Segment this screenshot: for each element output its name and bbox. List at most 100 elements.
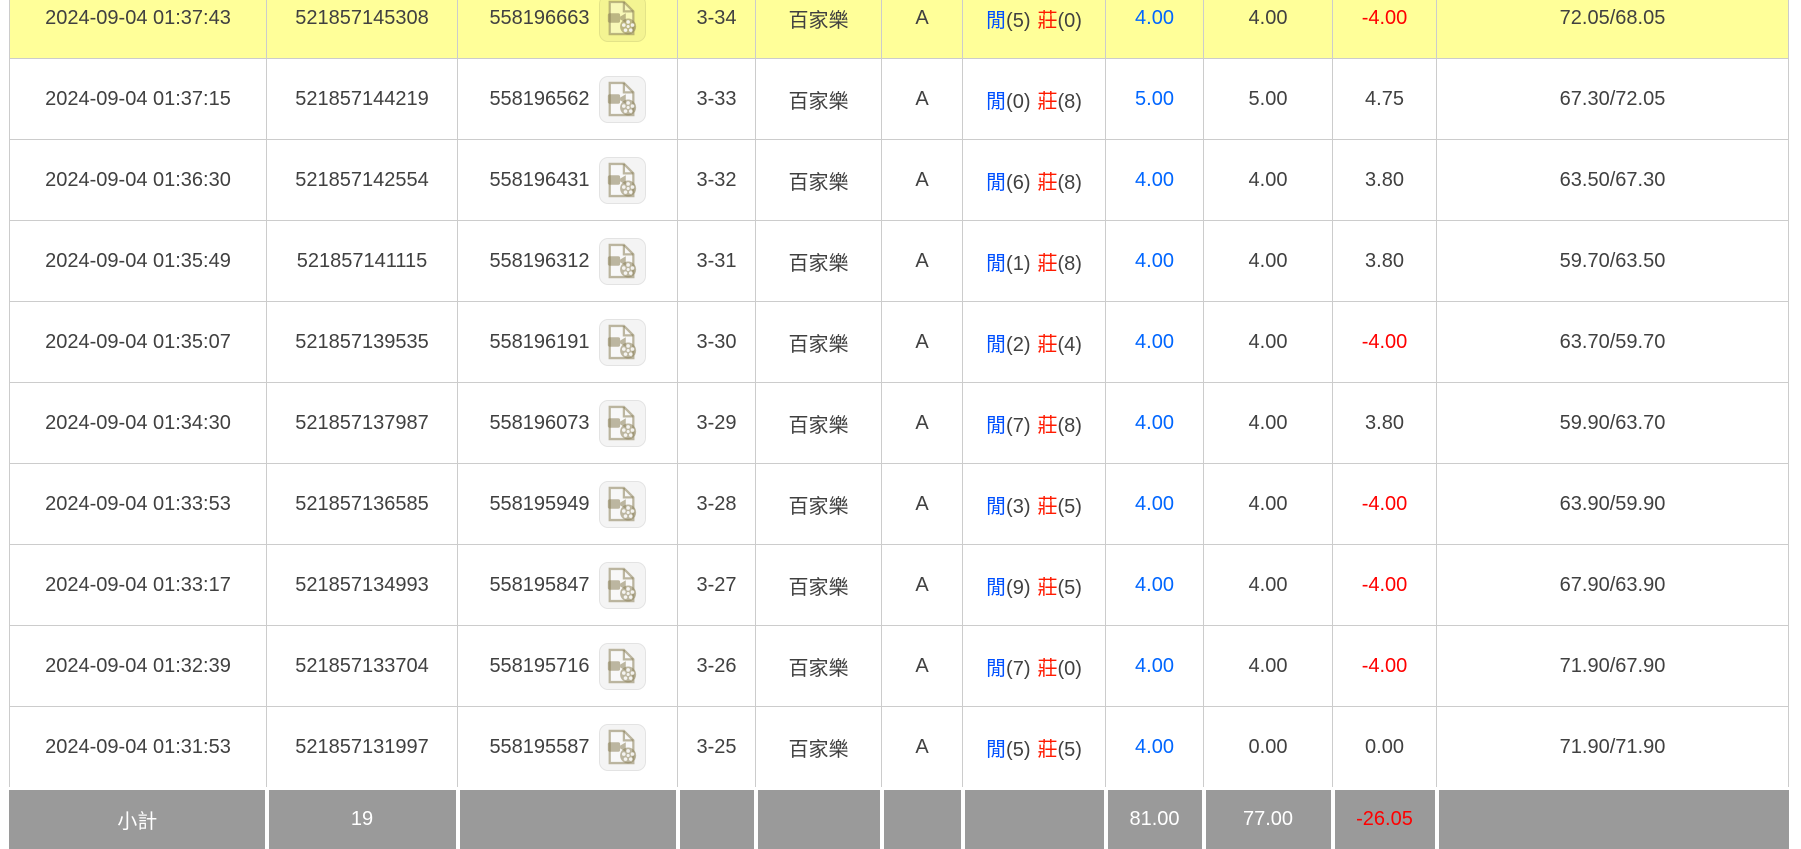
- cell-valid-bet: 4.00: [1204, 545, 1333, 626]
- cell-round-number: 3-27: [678, 545, 756, 626]
- cell-bet-time: 2024-09-04 01:36:30: [10, 140, 267, 221]
- cell-table-code: A: [882, 302, 963, 383]
- video-replay-button[interactable]: [599, 643, 646, 690]
- video-replay-button[interactable]: [599, 0, 646, 42]
- player-result-points: (7): [1006, 658, 1030, 680]
- cell-round-id: 558195587: [458, 707, 678, 789]
- bet-amount-link[interactable]: 4.00: [1135, 736, 1174, 758]
- bet-amount-link[interactable]: 4.00: [1135, 169, 1174, 191]
- cell-balance: 67.90/63.90: [1437, 545, 1789, 626]
- round-id-text: 558195949: [489, 493, 589, 516]
- video-replay-button[interactable]: [599, 238, 646, 285]
- cell-game-type: 百家樂: [756, 545, 882, 626]
- cell-round-number: 3-29: [678, 383, 756, 464]
- banker-result-points: (0): [1058, 658, 1082, 680]
- cell-win-loss: -4.00: [1333, 302, 1437, 383]
- banker-result-label: 莊: [1038, 253, 1058, 275]
- video-replay-button[interactable]: [599, 157, 646, 204]
- video-replay-button[interactable]: [599, 724, 646, 771]
- cell-table-code: A: [882, 0, 963, 59]
- cell-bet-time: 2024-09-04 01:37:43: [10, 0, 267, 59]
- table-row: 2024-09-04 01:35:49 521857141115 5581963…: [10, 221, 1789, 302]
- cell-round-number: 3-25: [678, 707, 756, 789]
- cell-bet-id: 521857144219: [267, 59, 458, 140]
- bet-amount-link[interactable]: 4.00: [1135, 250, 1174, 272]
- player-result-label: 閒: [986, 253, 1006, 275]
- cell-result: 閒(5)莊(0): [963, 0, 1106, 59]
- cell-win-loss: -4.00: [1333, 464, 1437, 545]
- video-replay-button[interactable]: [599, 400, 646, 447]
- banker-result-points: (5): [1058, 577, 1082, 599]
- player-result-points: (9): [1006, 577, 1030, 599]
- video-file-icon: [605, 566, 639, 604]
- banker-result-points: (0): [1058, 10, 1082, 32]
- cell-table-code: A: [882, 383, 963, 464]
- cell-bet-id: 521857134993: [267, 545, 458, 626]
- round-id-text: 558196312: [489, 250, 589, 273]
- banker-result-points: (8): [1058, 172, 1082, 194]
- video-file-icon: [605, 647, 639, 685]
- banker-result-label: 莊: [1038, 577, 1058, 599]
- cell-bet-id: 521857142554: [267, 140, 458, 221]
- player-result-points: (1): [1006, 253, 1030, 275]
- video-file-icon: [605, 80, 639, 118]
- video-replay-button[interactable]: [599, 481, 646, 528]
- bet-amount-link[interactable]: 4.00: [1135, 574, 1174, 596]
- cell-bet-amount: 4.00: [1106, 221, 1204, 302]
- player-result-points: (0): [1006, 91, 1030, 113]
- player-result-label: 閒: [986, 739, 1006, 761]
- cell-win-loss: -4.00: [1333, 0, 1437, 59]
- cell-bet-time: 2024-09-04 01:31:53: [10, 707, 267, 789]
- cell-round-id: 558195847: [458, 545, 678, 626]
- subtotal-empty-cell: [882, 789, 963, 849]
- round-id-text: 558195587: [489, 736, 589, 759]
- cell-game-type: 百家樂: [756, 302, 882, 383]
- bet-amount-link[interactable]: 4.00: [1135, 655, 1174, 677]
- banker-result-label: 莊: [1038, 172, 1058, 194]
- bet-table-body: 2024-09-04 01:37:43 521857145308 5581966…: [10, 0, 1789, 849]
- cell-bet-id: 521857137987: [267, 383, 458, 464]
- bet-amount-link[interactable]: 4.00: [1135, 412, 1174, 434]
- bet-amount-link[interactable]: 4.00: [1135, 331, 1174, 353]
- cell-bet-amount: 4.00: [1106, 545, 1204, 626]
- bet-history-view: 2024-09-04 01:37:43 521857145308 5581966…: [9, 0, 1788, 849]
- banker-result-points: (5): [1058, 739, 1082, 761]
- bet-history-table: 2024-09-04 01:37:43 521857145308 5581966…: [9, 0, 1789, 849]
- player-result-label: 閒: [986, 334, 1006, 356]
- table-row: 2024-09-04 01:36:30 521857142554 5581964…: [10, 140, 1789, 221]
- cell-game-type: 百家樂: [756, 0, 882, 59]
- cell-result: 閒(6)莊(8): [963, 140, 1106, 221]
- player-result-label: 閒: [986, 91, 1006, 113]
- subtotal-count: 19: [267, 789, 458, 849]
- cell-bet-id: 521857139535: [267, 302, 458, 383]
- cell-valid-bet: 4.00: [1204, 302, 1333, 383]
- bet-amount-link[interactable]: 4.00: [1135, 7, 1174, 29]
- player-result-label: 閒: [986, 496, 1006, 518]
- player-result-points: (5): [1006, 739, 1030, 761]
- video-file-icon: [605, 485, 639, 523]
- table-row: 2024-09-04 01:37:43 521857145308 5581966…: [10, 0, 1789, 59]
- cell-result: 閒(3)莊(5): [963, 464, 1106, 545]
- cell-win-loss: -4.00: [1333, 545, 1437, 626]
- cell-game-type: 百家樂: [756, 221, 882, 302]
- banker-result-points: (8): [1058, 91, 1082, 113]
- cell-bet-time: 2024-09-04 01:35:49: [10, 221, 267, 302]
- bet-amount-link[interactable]: 5.00: [1135, 88, 1174, 110]
- cell-round-number: 3-28: [678, 464, 756, 545]
- cell-bet-id: 521857136585: [267, 464, 458, 545]
- banker-result-label: 莊: [1038, 334, 1058, 356]
- video-replay-button[interactable]: [599, 76, 646, 123]
- cell-round-number: 3-26: [678, 626, 756, 707]
- cell-table-code: A: [882, 545, 963, 626]
- video-file-icon: [605, 161, 639, 199]
- cell-bet-id: 521857145308: [267, 0, 458, 59]
- video-replay-button[interactable]: [599, 562, 646, 609]
- video-replay-button[interactable]: [599, 319, 646, 366]
- table-row: 2024-09-04 01:35:07 521857139535 5581961…: [10, 302, 1789, 383]
- cell-valid-bet: 5.00: [1204, 59, 1333, 140]
- cell-round-id: 558196073: [458, 383, 678, 464]
- bet-amount-link[interactable]: 4.00: [1135, 493, 1174, 515]
- cell-table-code: A: [882, 464, 963, 545]
- cell-win-loss: 3.80: [1333, 221, 1437, 302]
- cell-table-code: A: [882, 59, 963, 140]
